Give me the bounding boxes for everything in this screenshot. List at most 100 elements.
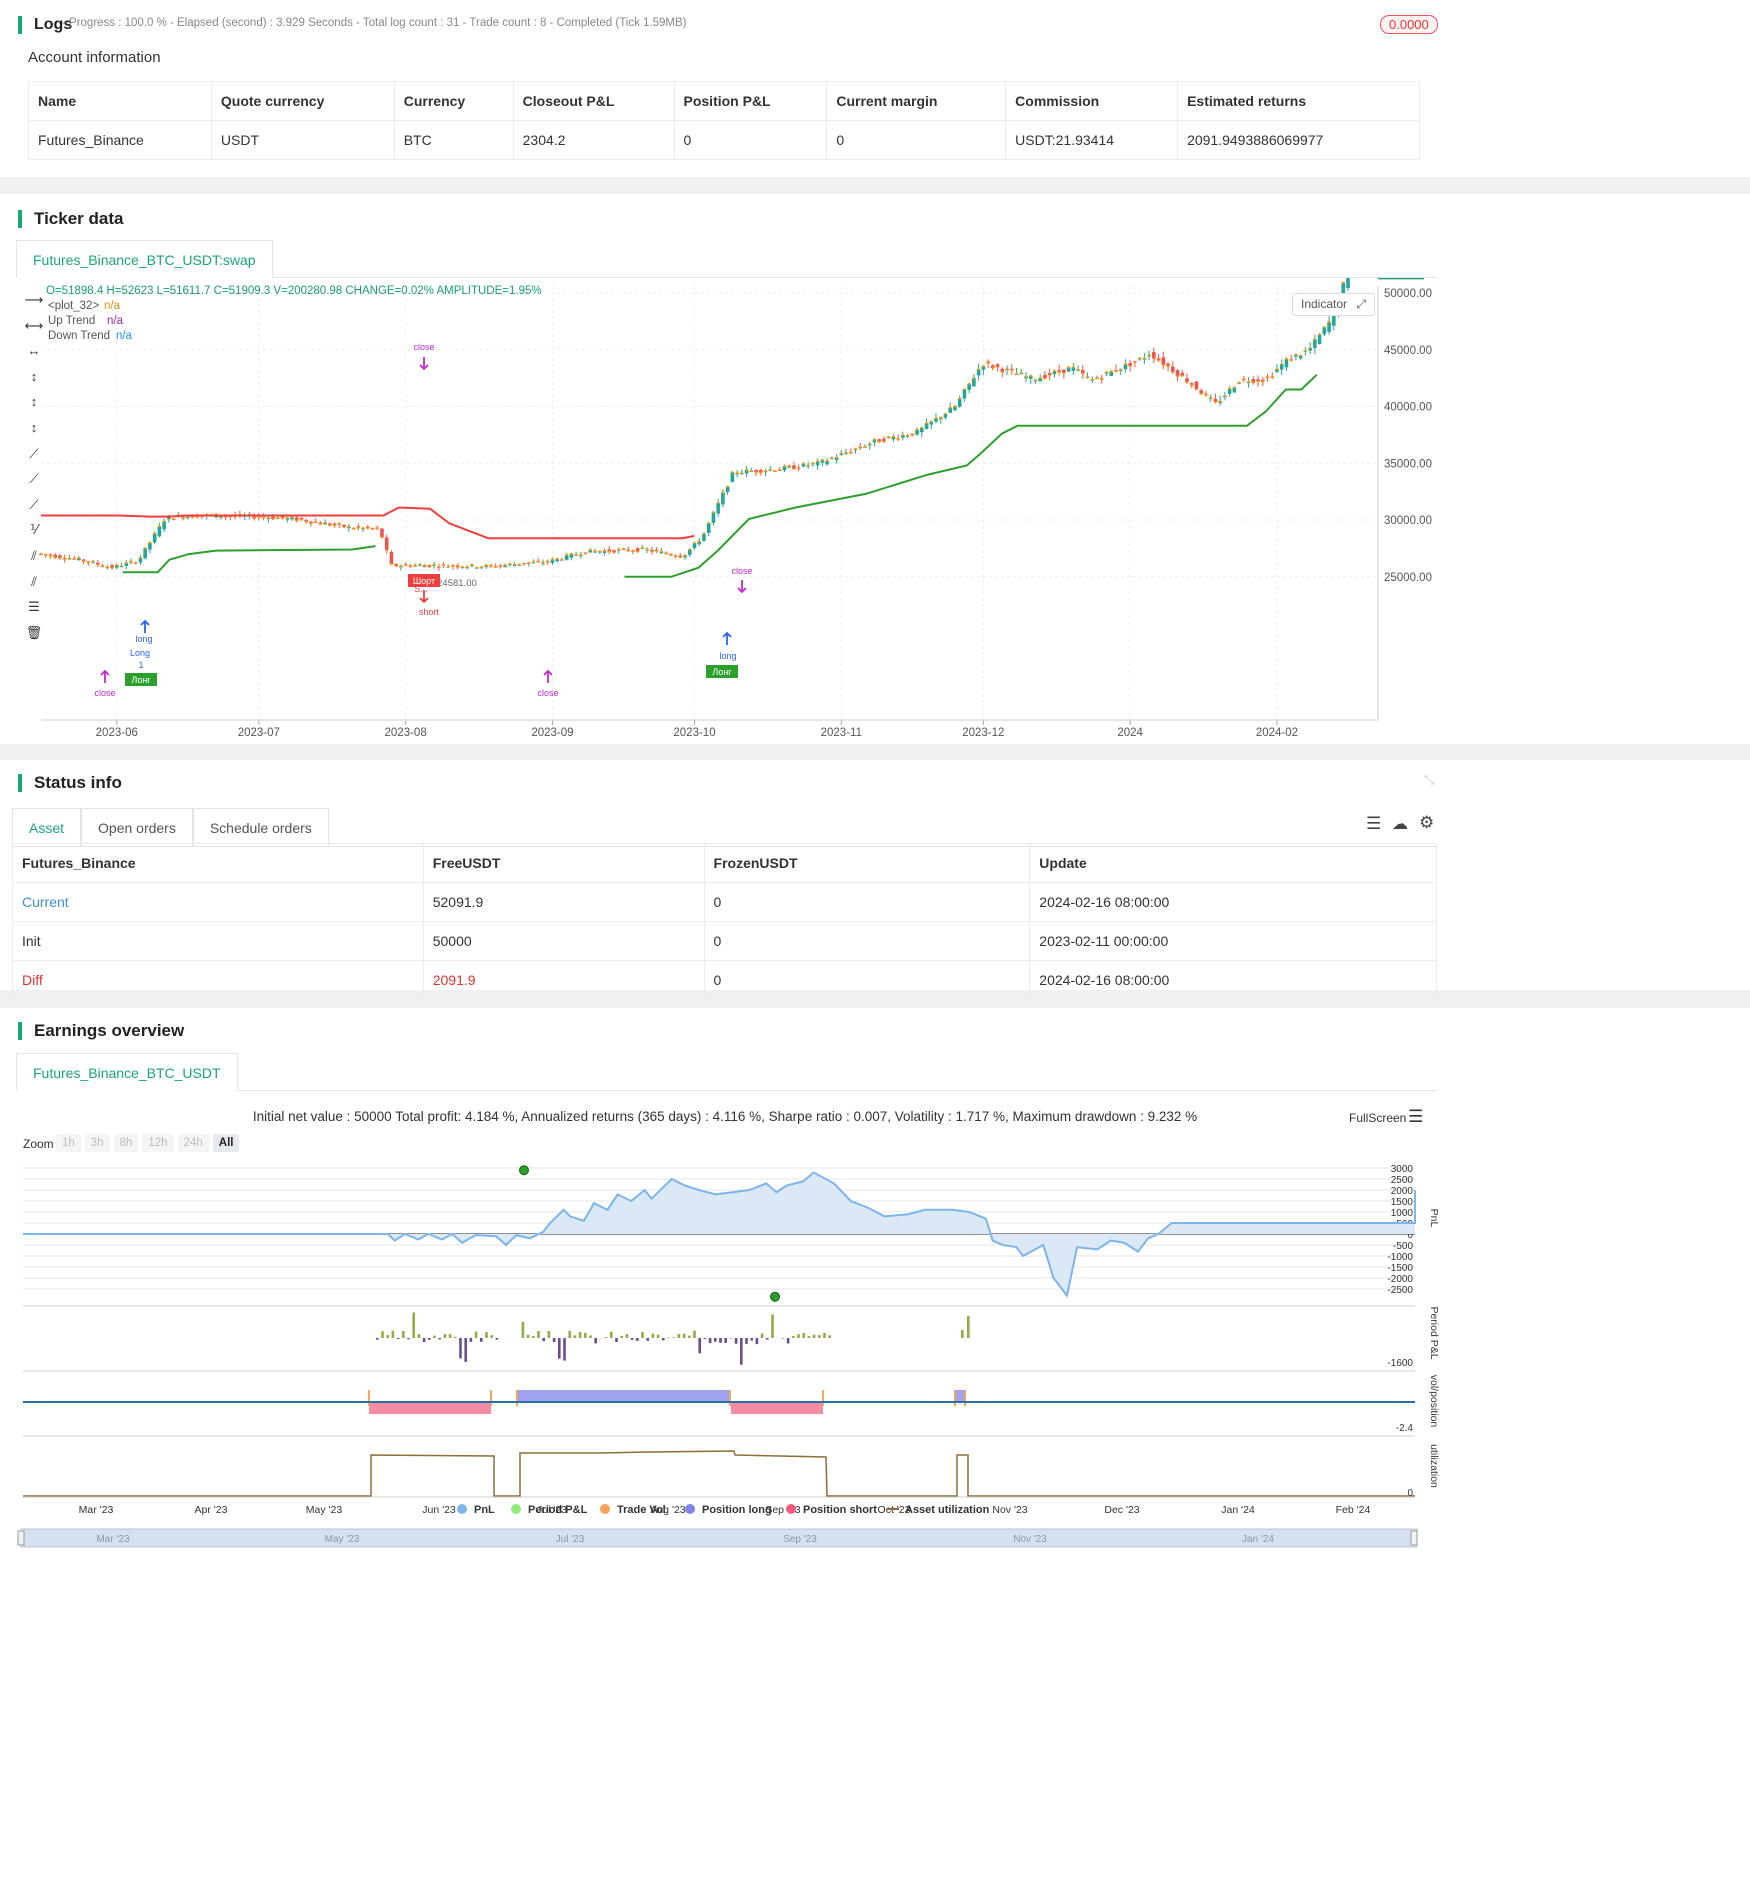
status-title: Status info [18,774,122,792]
gear-icon[interactable]: ⚙ [1419,813,1434,833]
vertical-segment-icon[interactable]: ↕ [24,420,44,440]
plot-32-point [1252,381,1255,384]
ticker-card: Ticker data Futures_Binance_BTC_USDT:swa… [0,194,1750,744]
plot-32-point [1119,368,1122,371]
plot-32-point [636,550,639,553]
earnings-chart[interactable]: 300025002000150010005000-500-1000-1500-2… [0,1158,1450,1892]
plot-32-point [1162,363,1165,367]
extended-line-icon[interactable]: ⟋ [24,497,44,517]
status-cell[interactable]: Current [12,882,424,922]
vertical-line-icon[interactable]: ↕ [24,369,44,389]
zoom-button-8h[interactable]: 8h [113,1134,139,1152]
period-bar [667,1337,670,1338]
period-bar [755,1338,759,1345]
indicator-button[interactable]: Indicator ⤢ [1292,293,1375,316]
period-bar [428,1338,431,1340]
zoom-button-1h[interactable]: 1h [56,1134,81,1152]
plot-32-point [1095,376,1099,380]
period-bar [433,1335,436,1338]
plot-32-point [1195,388,1198,391]
period-bar [532,1336,535,1338]
pitchfork-icon[interactable]: ⫽ [24,574,44,594]
legend-item[interactable]: Asset utilization [905,1504,990,1516]
plot-32-point [139,556,142,559]
plot-32-point [802,462,805,465]
legend-item[interactable]: Position long [702,1504,772,1516]
fullscreen-button[interactable]: FullScreen [1349,1111,1406,1125]
navigator-handle-right[interactable] [1410,1530,1418,1546]
plot-32-point [877,440,881,443]
candle-body [157,526,162,537]
status-header-0: Futures_Binance [12,843,424,883]
zoom-button-All[interactable]: All [212,1134,240,1152]
plot-32-point [873,438,876,441]
period-bar [464,1338,467,1362]
candlestick-chart[interactable]: 55000.0050000.0045000.0040000.0035000.00… [0,278,1450,738]
tab-status-0[interactable]: Asset [12,808,82,846]
plot-32-point [1034,378,1037,382]
plot-32-point [68,557,71,560]
plot-32-point [480,565,483,569]
plot-32-point [181,517,185,520]
tab-status-2[interactable]: Schedule orders [192,808,329,846]
plot-32-point [513,563,516,566]
zoom-button-3h[interactable]: 3h [84,1134,110,1152]
plot-32-point [1152,357,1156,360]
vertical-ray-icon[interactable]: ↕ [24,394,44,414]
trash-icon[interactable]: 🗑 [24,625,44,645]
plot-32-point [271,517,275,521]
period-bar [469,1338,473,1342]
tab-earnings-symbol[interactable]: Futures_Binance_BTC_USDT [16,1053,238,1091]
plot-32-point [518,563,521,566]
navigator-range[interactable] [20,1528,1418,1548]
tab-status-1[interactable]: Open orders [81,808,193,846]
plot-32-point [1228,387,1231,390]
legend-item[interactable]: PnL [474,1504,495,1516]
x-tick-label: Jun '23 [422,1504,456,1516]
plot-32-point [1166,365,1170,368]
long-lc-label: long [719,651,736,661]
plot-32-point [423,564,426,567]
plot-32-point [693,541,696,545]
plot-32-point [1342,281,1345,284]
plot-32-point [698,540,701,543]
horizontal-ray-icon[interactable]: ⟶ [24,292,44,312]
status-card: Status info ⤡ Asset Open orders Schedule o… [0,760,1750,1000]
plot-32-point [148,541,152,544]
period-bar [797,1334,800,1338]
plot-32-point [63,557,66,561]
period-bar [651,1333,655,1338]
zoom-button-24h[interactable]: 24h [177,1134,209,1152]
account-header-3: Closeout P&L [512,81,675,121]
parallel-channel-icon[interactable]: ⫽ [24,548,44,568]
list-icon[interactable]: ☰ [1366,814,1381,834]
tab-ticker-symbol[interactable]: Futures_Binance_BTC_USDT:swap [16,240,273,278]
trend-ray-icon[interactable]: ⟋ [24,471,44,491]
candle-body [706,523,711,533]
zoom-button-12h[interactable]: 12h [142,1134,174,1152]
plot-32-point [385,548,388,552]
x-tick-label: Mar '23 [79,1504,114,1516]
horizontal-line-icon[interactable]: ⟷ [24,318,44,338]
period-bar [558,1338,561,1359]
plot-32-point [788,464,791,468]
legend-item[interactable]: Position short [803,1504,877,1516]
navigator-tick-label: Jul '23 [556,1534,585,1545]
horizontal-segment-icon[interactable]: ↔ [24,343,44,363]
plot-32-point [437,566,440,569]
fib-levels-icon[interactable]: ☰ [24,599,44,619]
cloud-download-icon[interactable]: ☁ [1392,814,1408,834]
plot-32-point [716,501,720,505]
logs-card: Logs - Progress : 100.0 % - Elapsed (sec… [0,0,1750,177]
price-label-icon[interactable]: ⅟ [24,522,44,542]
status-cell: Init [12,921,424,961]
plot-32-point [376,526,379,530]
collapse-icon[interactable]: ⤡ [1424,772,1434,788]
trend-line-icon[interactable]: ⟋ [24,446,44,466]
legend-item[interactable]: Trade Vol [617,1504,666,1516]
plot-32-point [338,522,341,526]
plot-32-point [683,554,687,557]
navigator-handle-left[interactable] [17,1530,25,1546]
menu-icon[interactable]: ☰ [1408,1107,1423,1127]
legend-item[interactable]: Period P&L [528,1504,588,1516]
